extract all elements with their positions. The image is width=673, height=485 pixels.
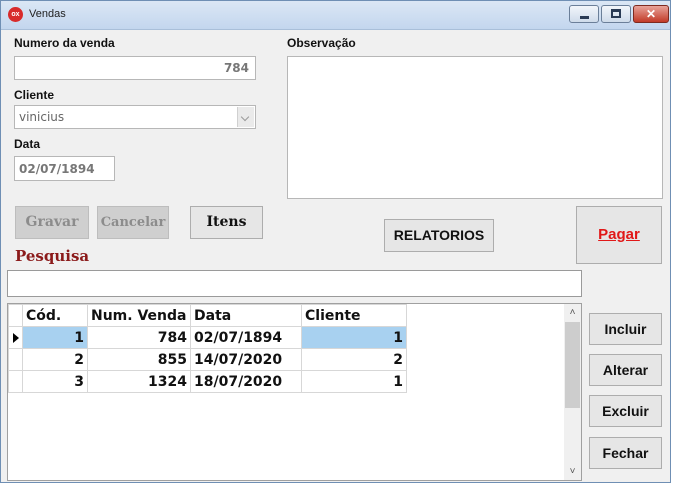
data-field[interactable]: 02/07/1894 [14, 156, 115, 181]
numero-venda-field[interactable]: 784 [14, 56, 256, 80]
vendas-grid[interactable]: Cód. Num. Venda Data Cliente 1 784 02/07… [7, 303, 582, 481]
cell-cliente[interactable]: 1 [301, 370, 407, 393]
table-header-row: Cód. Num. Venda Data Cliente [8, 304, 407, 327]
excluir-button[interactable]: Excluir [589, 395, 662, 427]
cell-num-venda[interactable]: 784 [87, 326, 191, 349]
cell-data[interactable]: 02/07/1894 [190, 326, 302, 349]
app-logo-icon: ox [8, 7, 23, 22]
cell-num-venda[interactable]: 855 [87, 348, 191, 371]
cell-num-venda[interactable]: 1324 [87, 370, 191, 393]
row-indicator-cell [8, 370, 23, 393]
cell-cliente[interactable]: 1 [301, 326, 407, 349]
fechar-button[interactable]: Fechar [589, 437, 662, 469]
alterar-button[interactable]: Alterar [589, 354, 662, 386]
vendas-window: ox Vendas ✕ Numero da venda 784 Cliente … [0, 0, 671, 483]
column-header-cliente[interactable]: Cliente [301, 304, 407, 327]
cell-data[interactable]: 14/07/2020 [190, 348, 302, 371]
column-header-data[interactable]: Data [190, 304, 302, 327]
pesquisa-label: Pesquisa [15, 247, 90, 265]
maximize-icon [611, 9, 621, 18]
table-row[interactable]: 3 1324 18/07/2020 1 [8, 370, 407, 393]
gravar-button[interactable]: Gravar [15, 206, 89, 239]
observacao-label: Observação [287, 36, 356, 50]
vendas-table: Cód. Num. Venda Data Cliente 1 784 02/07… [8, 304, 407, 393]
minimize-button[interactable] [569, 5, 599, 23]
minimize-icon [580, 16, 589, 19]
cell-cliente[interactable]: 2 [301, 348, 407, 371]
cell-cod[interactable]: 3 [22, 370, 88, 393]
chevron-down-icon[interactable] [237, 107, 254, 127]
row-indicator-cell [8, 348, 23, 371]
pagar-button[interactable]: Pagar [576, 206, 662, 264]
column-header-num-venda[interactable]: Num. Venda [87, 304, 191, 327]
column-header-cod[interactable]: Cód. [22, 304, 88, 327]
table-row[interactable]: 1 784 02/07/1894 1 [8, 326, 407, 349]
maximize-button[interactable] [601, 5, 631, 23]
cell-data[interactable]: 18/07/2020 [190, 370, 302, 393]
scroll-up-icon[interactable]: ˄ [564, 304, 581, 321]
close-button[interactable]: ✕ [633, 5, 669, 23]
vertical-scrollbar[interactable]: ˄ ˅ [564, 304, 581, 480]
scrollbar-thumb[interactable] [565, 322, 580, 408]
cell-cod[interactable]: 2 [22, 348, 88, 371]
window-title: Vendas [29, 8, 66, 20]
numero-venda-label: Numero da venda [14, 36, 115, 50]
cliente-combobox[interactable]: vinicius [14, 105, 256, 129]
data-label: Data [14, 137, 41, 151]
cell-cod[interactable]: 1 [22, 326, 88, 349]
observacao-textarea[interactable] [287, 56, 663, 199]
row-indicator-icon [8, 326, 23, 349]
itens-button[interactable]: Itens [190, 206, 263, 239]
table-row[interactable]: 2 855 14/07/2020 2 [8, 348, 407, 371]
incluir-button[interactable]: Incluir [589, 313, 662, 345]
cancelar-button[interactable]: Cancelar [97, 206, 169, 239]
cliente-label: Cliente [14, 88, 55, 102]
cliente-value: vinicius [19, 110, 65, 124]
title-bar[interactable]: ox Vendas ✕ [1, 1, 670, 30]
relatorios-button[interactable]: RELATORIOS [384, 219, 494, 252]
scroll-down-icon[interactable]: ˅ [564, 463, 581, 480]
pesquisa-input[interactable] [7, 270, 582, 297]
row-indicator-header [8, 304, 23, 327]
close-icon: ✕ [645, 7, 657, 21]
